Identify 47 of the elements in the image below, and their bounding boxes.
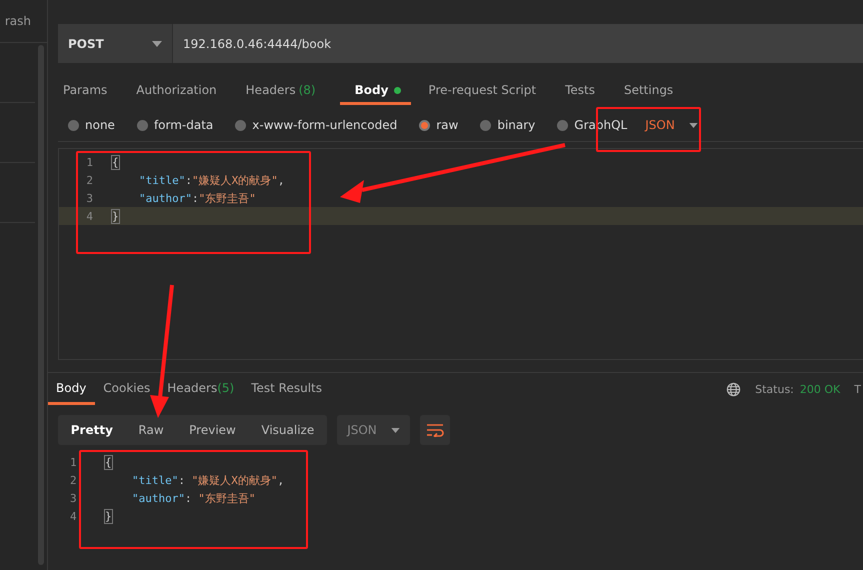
code-line: "author": "东野圭吾" <box>131 490 256 506</box>
request-tab[interactable]: Params <box>58 77 120 105</box>
method-dropdown[interactable]: POST <box>58 24 173 63</box>
line-number: 2 <box>85 174 94 186</box>
request-tab[interactable]: Tests <box>560 77 607 105</box>
code-line: "title": "嫌疑人X的献身", <box>131 472 284 488</box>
request-tab[interactable]: Headers (8) <box>240 77 328 105</box>
wrap-icon <box>426 423 444 437</box>
body-type-radio[interactable]: form-data <box>136 118 214 132</box>
status-value: 200 OK <box>800 382 840 396</box>
view-mode-tab[interactable]: Preview <box>183 423 242 437</box>
response-tab[interactable]: Cookies <box>95 373 160 405</box>
code-editor[interactable]: 1 { 2 "title":"嫌疑人X的献身", 3 "author":"东野圭吾" 4 } <box>58 148 863 360</box>
body-type-radio[interactable]: raw <box>419 118 458 132</box>
time-label: T <box>854 382 861 396</box>
line-number: 2 <box>70 474 78 486</box>
body-type-radio[interactable]: x-www-form-urlencoded <box>235 118 398 132</box>
request-tab[interactable]: Authorization <box>131 77 229 105</box>
body-type-radio[interactable]: none <box>68 118 115 132</box>
line-number: 4 <box>70 510 78 522</box>
line-number: 3 <box>85 192 94 204</box>
line-number: 1 <box>85 156 94 168</box>
url-field[interactable]: 192.168.0.46:4444/book <box>173 24 863 63</box>
sidebar-item[interactable]: rash <box>4 14 31 28</box>
body-type-radio[interactable]: binary <box>480 118 536 132</box>
wrap-lines-button[interactable] <box>420 415 450 445</box>
view-mode-tab[interactable]: Raw <box>132 423 170 437</box>
response-tab[interactable]: Headers(5) <box>159 373 244 405</box>
format-dropdown[interactable]: JSON <box>645 118 698 132</box>
code-line: "author":"东野圭吾" <box>138 190 256 206</box>
response-tab[interactable]: Body <box>48 373 96 405</box>
line-number: 1 <box>70 456 78 468</box>
format-dropdown[interactable]: JSON <box>337 415 410 445</box>
line-number: 4 <box>85 210 94 222</box>
caret-icon <box>688 122 698 128</box>
response-tab[interactable]: Test Results <box>243 373 332 405</box>
view-mode-tab[interactable]: Visualize <box>255 423 320 437</box>
line-number: 3 <box>70 492 78 504</box>
view-mode-tab[interactable]: Pretty <box>64 423 119 437</box>
caret-icon <box>152 40 162 46</box>
code-line: "title":"嫌疑人X的献身", <box>138 172 284 188</box>
globe-icon[interactable] <box>726 382 742 396</box>
status-label: Status: <box>755 382 794 396</box>
request-tab[interactable]: Pre-request Script <box>423 77 548 105</box>
request-tab[interactable]: Settings <box>618 77 686 105</box>
caret-icon <box>390 428 400 432</box>
request-tab[interactable]: Body <box>340 77 412 105</box>
